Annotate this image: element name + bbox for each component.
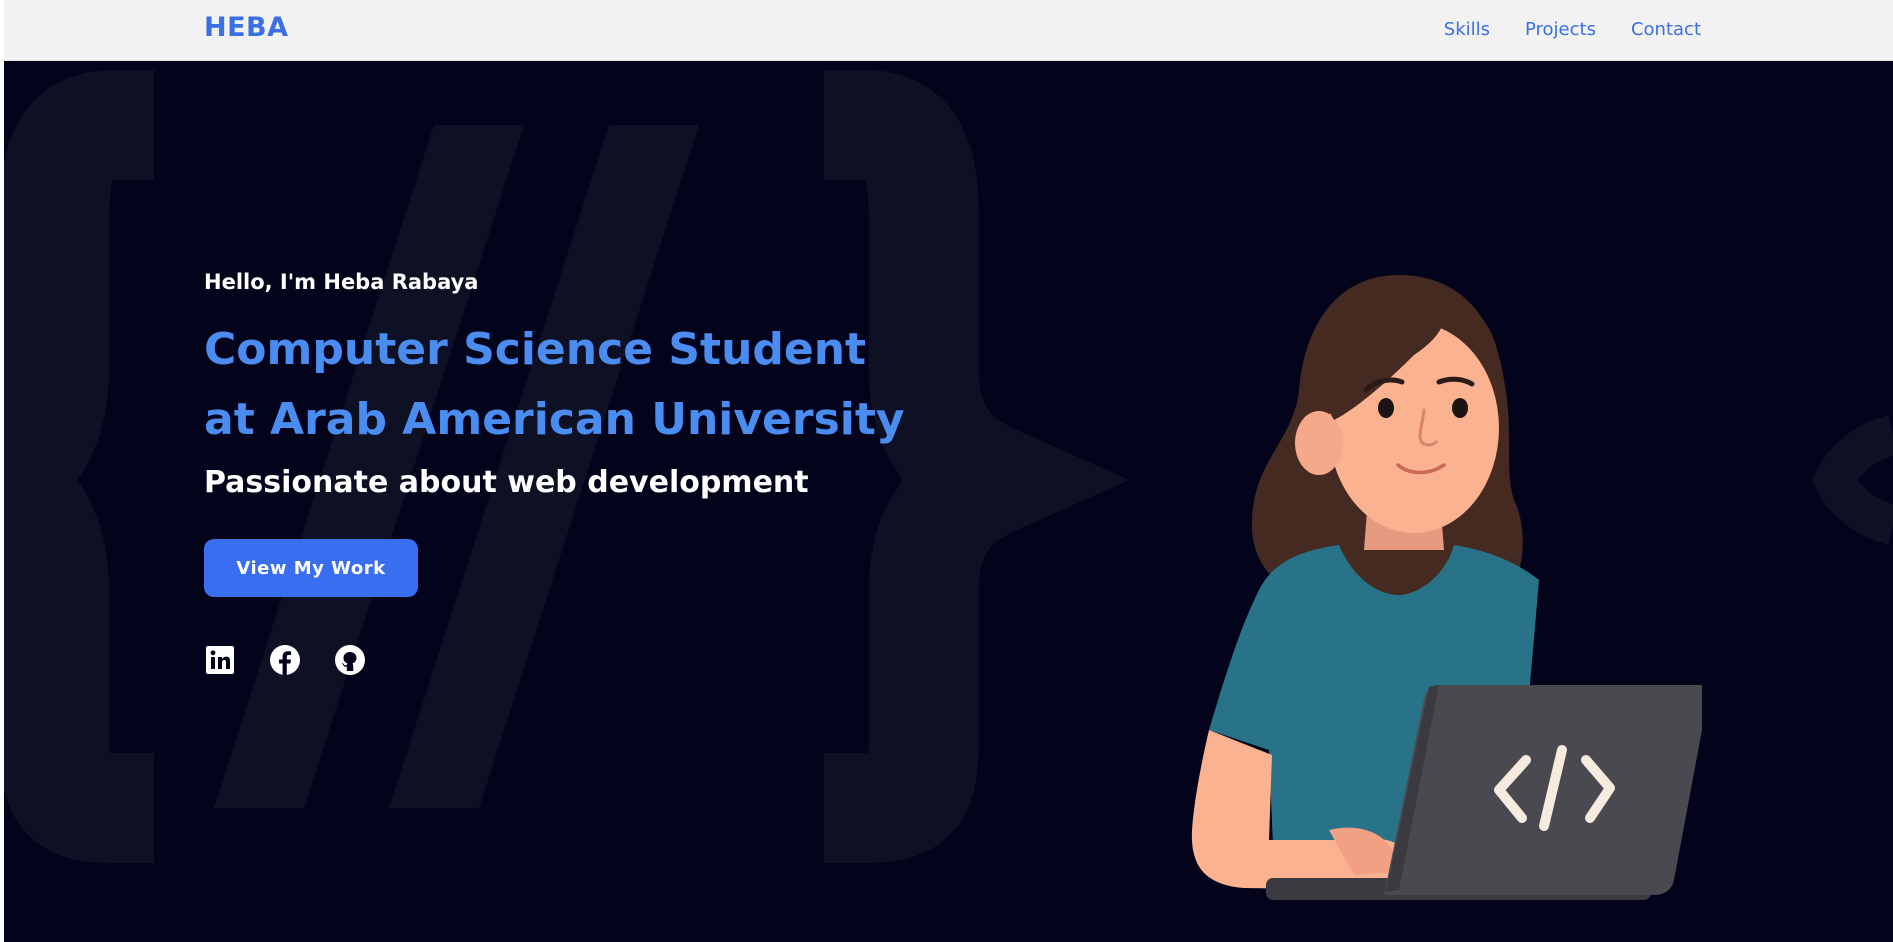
linkedin-link[interactable] (204, 644, 236, 676)
left-edge (0, 0, 4, 942)
nav-link-projects[interactable]: Projects (1525, 19, 1596, 40)
bg-far-right-brace (1811, 415, 1893, 545)
navbar: HEBA Skills Projects Contact (4, 0, 1893, 61)
hero-headline: Computer Science Student at Arab America… (204, 315, 944, 455)
hero-headline-line-2: at Arab American University (204, 394, 905, 445)
page: HEBA Skills Projects Contact Hello, I'm … (0, 0, 1893, 942)
linkedin-icon (206, 646, 234, 674)
view-my-work-button[interactable]: View My Work (204, 539, 418, 597)
facebook-icon (270, 645, 300, 675)
bg-left-brace (4, 70, 154, 863)
brand-logo[interactable]: HEBA (204, 12, 289, 43)
nav-link-contact[interactable]: Contact (1631, 19, 1701, 40)
ear-shape (1295, 411, 1343, 475)
bg-right-brace (824, 70, 1130, 863)
facebook-link[interactable] (269, 644, 301, 676)
hero-tagline: Passionate about web development (204, 465, 809, 500)
github-link[interactable] (334, 644, 366, 676)
nav-link-skills[interactable]: Skills (1444, 19, 1490, 40)
hero-section: Hello, I'm Heba Rabaya Computer Science … (4, 60, 1893, 942)
left-eye-shape (1378, 398, 1394, 418)
hero-headline-line-1: Computer Science Student (204, 324, 867, 375)
developer-illustration (1191, 275, 1702, 900)
github-icon (335, 645, 365, 675)
social-links (204, 644, 366, 676)
nav-links: Skills Projects Contact (1444, 19, 1701, 40)
hero-greeting: Hello, I'm Heba Rabaya (204, 270, 479, 294)
right-eye-shape (1452, 398, 1468, 418)
